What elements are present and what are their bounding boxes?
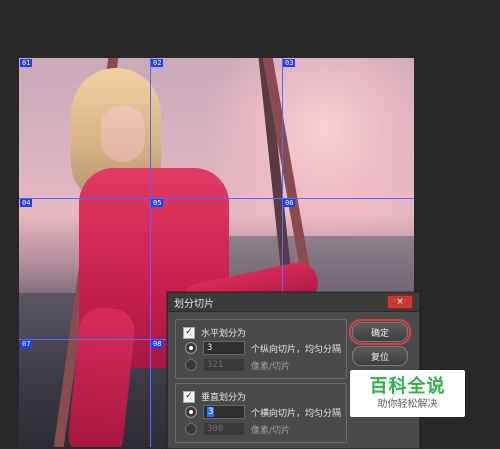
dialog-title: 划分切片 xyxy=(174,298,214,310)
slice-grid-horizontal-1 xyxy=(19,198,414,199)
slice-tag-03[interactable]: 03 xyxy=(283,59,296,67)
dialog-close-button[interactable]: × xyxy=(387,295,413,309)
vertical-pixels-row[interactable]: 300 像素/切片 xyxy=(185,422,290,436)
horizontal-count-row[interactable]: 3 个纵向切片，均匀分隔 xyxy=(185,341,341,355)
vertical-pixels-input[interactable]: 300 xyxy=(203,422,245,436)
horizontal-pixels-input[interactable]: 321 xyxy=(203,358,245,372)
check-icon: ✓ xyxy=(185,391,193,401)
vertical-count-label: 个横向切片，均匀分隔 xyxy=(251,408,342,419)
vertical-count-radio[interactable] xyxy=(185,406,197,418)
vertical-count-selected-text: 3 xyxy=(207,407,215,417)
slice-grid-vertical-1 xyxy=(150,58,151,447)
slice-tag-02[interactable]: 02 xyxy=(151,59,164,67)
horizontal-divide-label: 水平划分为 xyxy=(201,329,247,339)
watermark-subtitle: 助你轻松解决 xyxy=(377,398,438,410)
slice-tag-04[interactable]: 04 xyxy=(20,199,33,207)
vertical-pixels-radio[interactable] xyxy=(185,423,197,435)
horizontal-pixels-label: 像素/切片 xyxy=(251,361,291,372)
baike-watermark: 百科全说 助你轻松解决 xyxy=(350,370,465,417)
vertical-count-row[interactable]: 3 个横向切片，均匀分隔 xyxy=(185,405,341,419)
vertical-pixels-label: 像素/切片 xyxy=(251,425,291,436)
horizontal-count-label: 个纵向切片，均匀分隔 xyxy=(251,344,342,355)
close-icon: × xyxy=(396,296,404,307)
slice-tag-06[interactable]: 06 xyxy=(283,199,296,207)
slice-tag-05[interactable]: 05 xyxy=(151,199,164,207)
dialog-titlebar[interactable]: 划分切片 × xyxy=(168,293,419,312)
horizontal-divide-group: ✓ 水平划分为 3 个纵向切片，均匀分隔 321 像素/切片 xyxy=(175,319,347,379)
vertical-count-input[interactable]: 3 xyxy=(203,405,245,419)
watermark-title: 百科全说 xyxy=(369,375,446,397)
horizontal-divide-row[interactable]: ✓ 水平划分为 xyxy=(183,326,246,339)
photo-face xyxy=(101,106,145,162)
vertical-divide-group: ✓ 垂直划分为 3 个横向切片，均匀分隔 300 像素/切片 xyxy=(175,383,347,443)
check-icon: ✓ xyxy=(185,327,193,337)
slice-tag-07[interactable]: 07 xyxy=(20,340,33,348)
horizontal-count-input[interactable]: 3 xyxy=(203,341,245,355)
vertical-divide-checkbox[interactable]: ✓ xyxy=(183,390,195,403)
horizontal-divide-checkbox[interactable]: ✓ xyxy=(183,326,195,339)
horizontal-pixels-row[interactable]: 321 像素/切片 xyxy=(185,358,290,372)
reset-button[interactable]: 复位 xyxy=(352,346,408,366)
horizontal-pixels-radio[interactable] xyxy=(185,359,197,371)
vertical-divide-row[interactable]: ✓ 垂直划分为 xyxy=(183,390,246,403)
vertical-divide-label: 垂直划分为 xyxy=(201,393,247,403)
ok-button[interactable]: 确定 xyxy=(349,319,411,345)
slice-tag-08[interactable]: 08 xyxy=(151,340,164,348)
slice-tag-01[interactable]: 01 xyxy=(20,59,33,67)
horizontal-count-radio[interactable] xyxy=(185,342,197,354)
